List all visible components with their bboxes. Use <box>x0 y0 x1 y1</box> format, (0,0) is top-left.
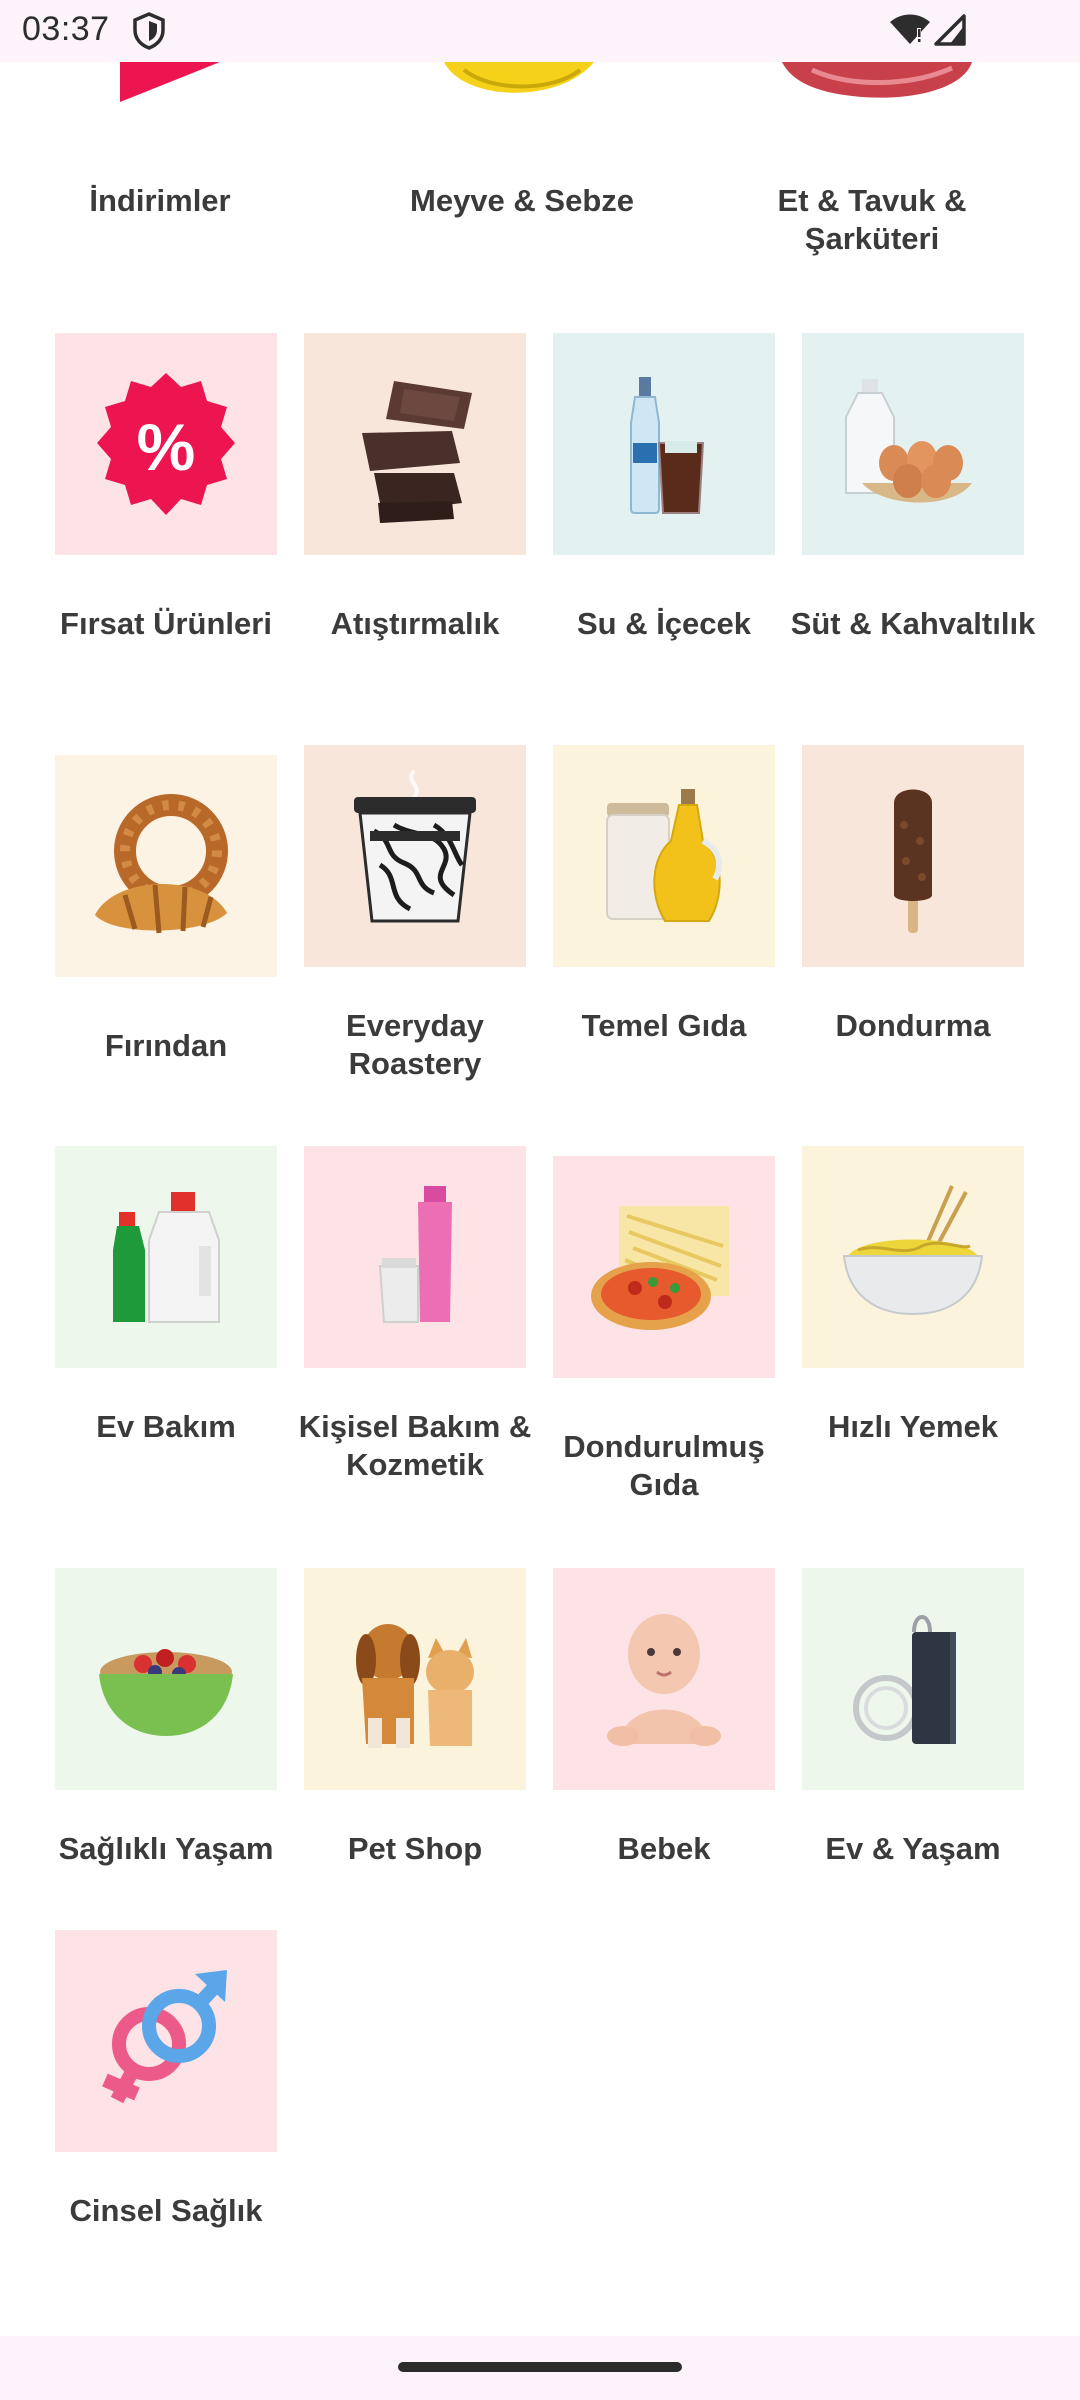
category-item[interactable]: Bebek <box>553 1568 775 1928</box>
category-image <box>55 1930 277 2152</box>
cleaning-bottles-icon <box>113 1192 220 1323</box>
category-image <box>304 1568 526 1790</box>
category-item[interactable]: Pet Shop <box>304 1568 526 1928</box>
category-label: Everyday Roastery <box>346 1008 484 1081</box>
category-image <box>304 333 526 555</box>
category-image <box>802 1146 1024 1368</box>
category-item[interactable]: Ev & Yaşam <box>802 1568 1024 1928</box>
category-image <box>553 333 775 555</box>
status-bar: 03:37 <box>0 0 1080 62</box>
shield-icon <box>133 12 165 50</box>
category-label: Fırından <box>104 1028 228 1063</box>
category-item[interactable]: Temel Gıda <box>553 745 775 1105</box>
home-indicator[interactable] <box>398 2362 682 2372</box>
category-label: Kişisel Bakım & Kozmetik <box>298 1409 532 1482</box>
water-drink-icon <box>630 377 705 514</box>
category-label: Dondurma <box>835 1008 991 1043</box>
category-image <box>55 1568 277 1790</box>
coffee-cup-icon <box>354 769 476 923</box>
category-label: Cinsel Sağlık <box>69 2193 263 2228</box>
wifi-icon <box>890 14 930 44</box>
meat-image <box>782 62 972 98</box>
category-image <box>802 1568 1024 1790</box>
category-image <box>802 333 1024 555</box>
category-label: Su & İçecek <box>576 606 752 641</box>
category-label: Et & Tavuk & Şarküteri <box>777 183 967 256</box>
baby-icon <box>607 1614 721 1746</box>
cosmetics-icon <box>378 1186 452 1323</box>
category-image <box>553 1156 775 1378</box>
noodle-bowl-icon <box>842 1185 984 1316</box>
discount-tag-image <box>120 62 220 102</box>
category-item[interactable]: Kişisel Bakım & Kozmetik <box>299 1146 531 1506</box>
svg-text:%: % <box>137 410 196 484</box>
category-label: Fırsat Ürünleri <box>60 606 272 641</box>
category-item[interactable]: Cinsel Sağlık <box>55 1930 277 2250</box>
category-label: İndirimler <box>89 183 231 218</box>
category-item[interactable]: Su & İçecek <box>553 333 775 693</box>
banana-image <box>444 62 594 93</box>
category-item[interactable]: Fırından <box>55 755 277 1115</box>
category-image <box>304 1146 526 1368</box>
healthy-bowl-icon <box>99 1649 233 1736</box>
category-label: Sağlıklı Yaşam <box>58 1831 274 1866</box>
category-item[interactable]: Dondurma <box>802 745 1024 1105</box>
category-item[interactable]: Dondurulmuş Gıda <box>553 1156 775 1516</box>
ice-cream-icon <box>894 789 932 933</box>
category-label: Hızlı Yemek <box>827 1409 999 1444</box>
category-label: Meyve & Sebze <box>410 183 634 218</box>
milk-eggs-icon <box>845 379 972 503</box>
category-label: Atıştırmalık <box>330 606 500 641</box>
pets-icon <box>356 1624 474 1748</box>
category-label: Temel Gıda <box>581 1008 747 1043</box>
oil-jar-icon <box>606 789 722 922</box>
category-item[interactable]: % Fırsat Ürünleri <box>55 333 277 693</box>
category-image <box>55 1146 277 1368</box>
category-item-meat-chicken-deli[interactable]: Et & Tavuk & Şarküteri <box>722 62 1022 282</box>
category-image <box>802 745 1024 967</box>
category-item[interactable]: Sağlıklı Yaşam <box>55 1568 277 1928</box>
gender-symbols-icon <box>102 1970 227 2104</box>
category-item[interactable]: Hızlı Yemek <box>802 1146 1024 1506</box>
category-item[interactable]: Atıştırmalık <box>304 333 526 693</box>
category-label: Süt & Kahvaltılık <box>790 606 1036 641</box>
category-image: % <box>55 333 277 555</box>
signal-icon <box>934 14 966 46</box>
status-time: 03:37 <box>22 10 110 48</box>
frozen-food-icon <box>591 1206 729 1330</box>
category-image <box>553 1568 775 1790</box>
bakery-icon <box>95 794 228 934</box>
category-image <box>304 745 526 967</box>
category-item-discounts[interactable]: İndirimler <box>80 62 380 262</box>
category-label: Pet Shop <box>347 1831 483 1866</box>
category-item[interactable]: Everyday Roastery <box>304 745 526 1105</box>
category-label: Bebek <box>617 1831 711 1866</box>
category-label: Ev & Yaşam <box>825 1831 1001 1866</box>
category-label: Dondurulmuş Gıda <box>563 1429 765 1502</box>
discount-badge-icon: % <box>97 373 235 515</box>
category-image <box>553 745 775 967</box>
category-label: Ev Bakım <box>96 1409 236 1444</box>
power-bank-icon <box>853 1615 956 1744</box>
category-item[interactable]: Süt & Kahvaltılık <box>791 333 1035 693</box>
category-image <box>55 755 277 977</box>
chocolate-icon <box>362 381 472 523</box>
category-item-fruit-vegetables[interactable]: Meyve & Sebze <box>372 62 672 262</box>
category-item[interactable]: Ev Bakım <box>55 1146 277 1506</box>
